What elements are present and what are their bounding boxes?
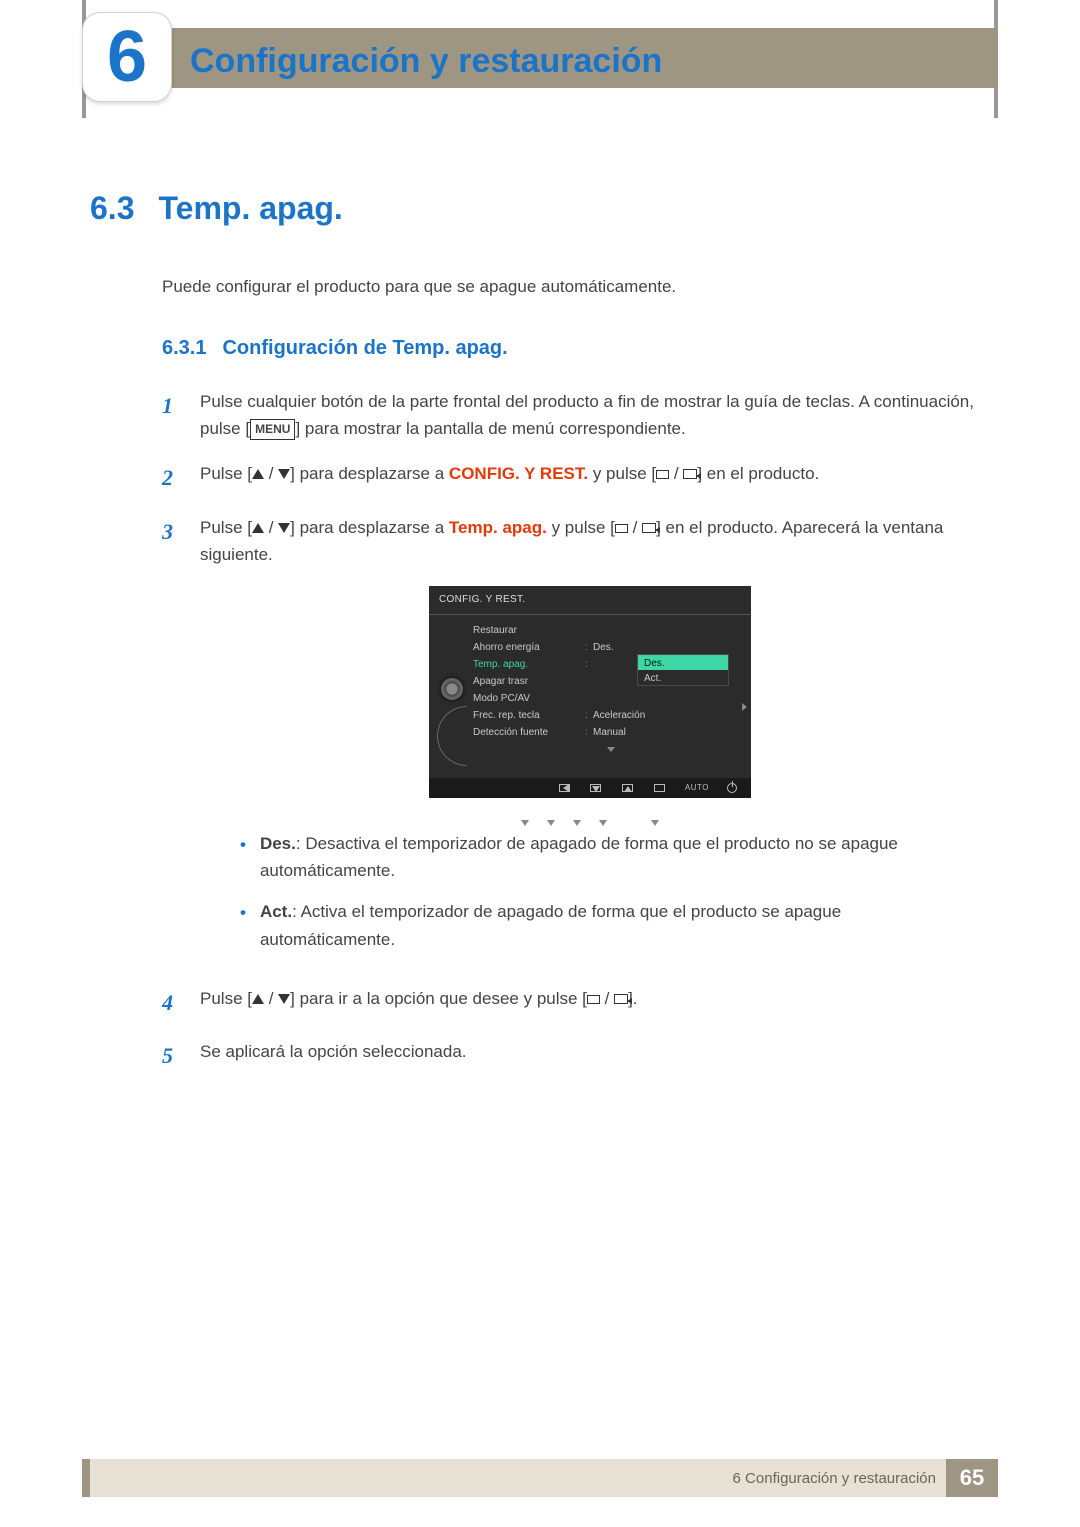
subsection-title: Configuración de Temp. apag. [222,337,507,360]
rect-enter-icon [642,523,656,533]
highlight-config-rest: CONFIG. Y REST. [449,464,588,483]
subsection-heading: 6.3.1 Configuración de Temp. apag. [162,337,980,360]
page-content: 6.3 Temp. apag. Puede configurar el prod… [90,190,980,1091]
bullet-des: • Des.: Desactiva el temporizador de apa… [240,830,980,884]
menu-key-icon: MENU [250,419,295,440]
triangle-down-icon [278,994,290,1004]
section-number: 6.3 [90,190,134,227]
highlight-temp-apag: Temp. apag. [449,518,547,537]
osd-row-frec-rep: Frec. rep. tecla:Aceleración [473,708,749,725]
step-5: 5 Se aplicará la opción seleccionada. [162,1038,980,1073]
triangle-up-icon [252,523,264,533]
osd-enter-icon [653,783,667,793]
osd-down-icon [589,783,603,793]
arc-decoration [437,706,467,766]
osd-pointer-row [200,820,980,826]
triangle-up-icon [252,994,264,1004]
osd-back-icon [557,783,571,793]
page-footer: 6 Configuración y restauración 65 [82,1459,998,1497]
bullet-act-label: Act. [260,902,292,921]
rect-icon [615,524,628,533]
rect-enter-icon [683,469,697,479]
triangle-up-icon [252,469,264,479]
chapter-number: 6 [107,21,147,93]
submenu-arrow-icon [742,703,747,711]
step-3: 3 Pulse [ / ] para desplazarse a Temp. a… [162,514,980,967]
section-heading: 6.3 Temp. apag. [90,190,980,227]
subsection-number: 6.3.1 [162,337,206,360]
osd-option-des: Des. [638,655,728,670]
bullet-act: • Act.: Activa el temporizador de apagad… [240,898,980,952]
step-body: Pulse [ / ] para desplazarse a Temp. apa… [200,514,980,967]
osd-button-bar: AUTO [429,778,751,798]
bullet-des-label: Des. [260,834,296,853]
osd-row-modo-pcav: Modo PC/AV [473,691,749,708]
rect-icon [587,995,600,1004]
footer-text: 6 Configuración y restauración [733,1470,946,1487]
steps-list: 1 Pulse cualquier botón de la parte fron… [162,388,980,1073]
osd-row-restaurar: Restaurar [473,623,749,640]
gear-icon [441,678,463,700]
section-title: Temp. apag. [158,190,342,227]
bullet-dot-icon: • [240,898,246,952]
chapter-chip: 6 [82,12,172,102]
chapter-title: Configuración y restauración [190,42,662,81]
step-body: Pulse cualquier botón de la parte fronta… [200,388,980,442]
step-number: 3 [162,514,182,967]
step-body: Pulse [ / ] para ir a la opción que dese… [200,985,980,1020]
scroll-down-icon [473,742,749,762]
osd-auto-label: AUTO [685,782,709,795]
osd-option-popup: Des. Act. [637,654,729,686]
step-number: 1 [162,388,182,442]
step-4: 4 Pulse [ / ] para ir a la opción que de… [162,985,980,1020]
step-body: Se aplicará la opción seleccionada. [200,1038,980,1073]
section-intro: Puede configurar el producto para que se… [162,277,980,297]
osd-screenshot: CONFIG. Y REST. Restaurar Ahorro energía… [200,586,980,798]
osd-row-deteccion: Detección fuente:Manual [473,725,749,742]
footer-page-number: 65 [946,1459,998,1497]
osd-title: CONFIG. Y REST. [429,592,751,615]
rect-enter-icon [614,994,628,1004]
step-number: 5 [162,1038,182,1073]
footer-accent [82,1459,90,1497]
option-descriptions: • Des.: Desactiva el temporizador de apa… [240,830,980,953]
triangle-down-icon [278,523,290,533]
step-number: 4 [162,985,182,1020]
step-2: 2 Pulse [ / ] para desplazarse a CONFIG.… [162,460,980,495]
rect-icon [656,470,669,479]
bullet-dot-icon: • [240,830,246,884]
triangle-down-icon [278,469,290,479]
osd-panel: CONFIG. Y REST. Restaurar Ahorro energía… [429,586,751,798]
step-number: 2 [162,460,182,495]
osd-menu: Restaurar Ahorro energía:Des. Temp. apag… [469,623,749,766]
osd-up-icon [621,783,635,793]
power-icon [727,783,737,793]
step-1: 1 Pulse cualquier botón de la parte fron… [162,388,980,442]
step-body: Pulse [ / ] para desplazarse a CONFIG. Y… [200,460,980,495]
osd-option-act: Act. [638,670,728,685]
